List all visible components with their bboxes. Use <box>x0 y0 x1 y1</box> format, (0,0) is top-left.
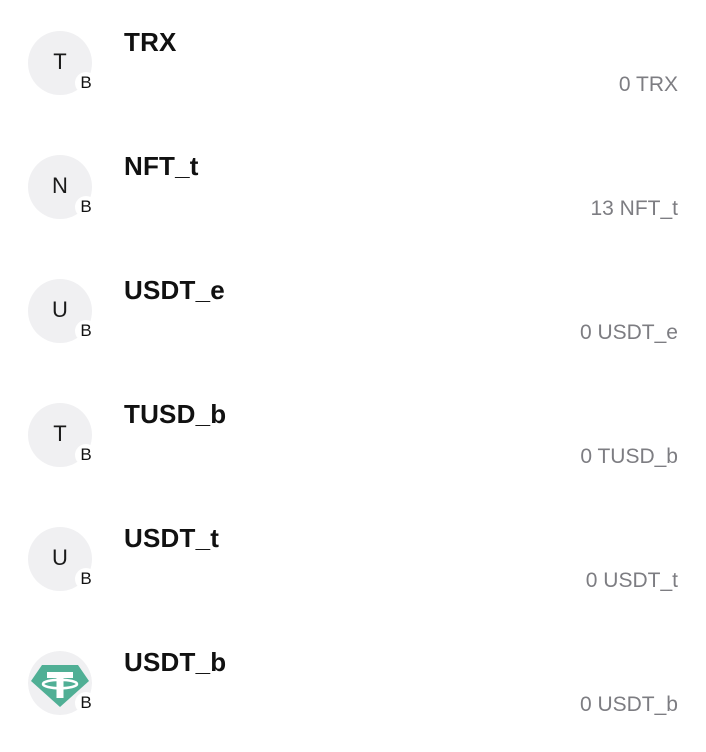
token-name: TUSD_b <box>124 399 227 429</box>
token-list: T B TRX 0 TRX N B NFT_t 13 NFT_t U B USD… <box>0 0 706 752</box>
chain-badge: B <box>75 568 97 590</box>
chain-badge: B <box>75 72 97 94</box>
token-avatar: T B <box>28 403 97 467</box>
chain-badge: B <box>75 444 97 466</box>
token-name: USDT_t <box>124 523 220 553</box>
avatar-letter: N <box>52 173 68 198</box>
token-balance: 0 USDT_t <box>585 569 678 592</box>
token-name: USDT_b <box>124 647 227 677</box>
token-balance: 0 TUSD_b <box>580 445 678 468</box>
token-balance: 0 TRX <box>618 73 678 96</box>
token-row-usdt-e[interactable]: U B USDT_e 0 USDT_e <box>0 248 706 372</box>
avatar-letter: U <box>52 297 68 322</box>
token-avatar: T B <box>28 31 97 95</box>
token-row-trx[interactable]: T B TRX 0 TRX <box>0 0 706 124</box>
token-balance: 0 USDT_e <box>579 321 678 344</box>
token-name: NFT_t <box>124 151 199 181</box>
token-name: TRX <box>124 27 177 57</box>
token-balance: 0 USDT_b <box>579 693 678 716</box>
chain-badge: B <box>75 320 97 342</box>
token-avatar: N B <box>28 155 97 219</box>
token-avatar: B <box>28 651 97 715</box>
chain-badge: B <box>75 692 97 714</box>
avatar-letter: T <box>53 49 67 74</box>
token-avatar: U B <box>28 279 97 343</box>
token-row-usdt-t[interactable]: U B USDT_t 0 USDT_t <box>0 496 706 620</box>
avatar-letter: T <box>53 421 67 446</box>
token-row-tusd-b[interactable]: T B TUSD_b 0 TUSD_b <box>0 372 706 496</box>
avatar-letter: U <box>52 545 68 570</box>
token-row-nft-t[interactable]: N B NFT_t 13 NFT_t <box>0 124 706 248</box>
chain-badge: B <box>75 196 97 218</box>
token-name: USDT_e <box>124 275 225 305</box>
token-avatar: U B <box>28 527 97 591</box>
token-balance: 13 NFT_t <box>590 197 678 220</box>
token-row-usdt-b[interactable]: B USDT_b 0 USDT_b <box>0 620 706 744</box>
